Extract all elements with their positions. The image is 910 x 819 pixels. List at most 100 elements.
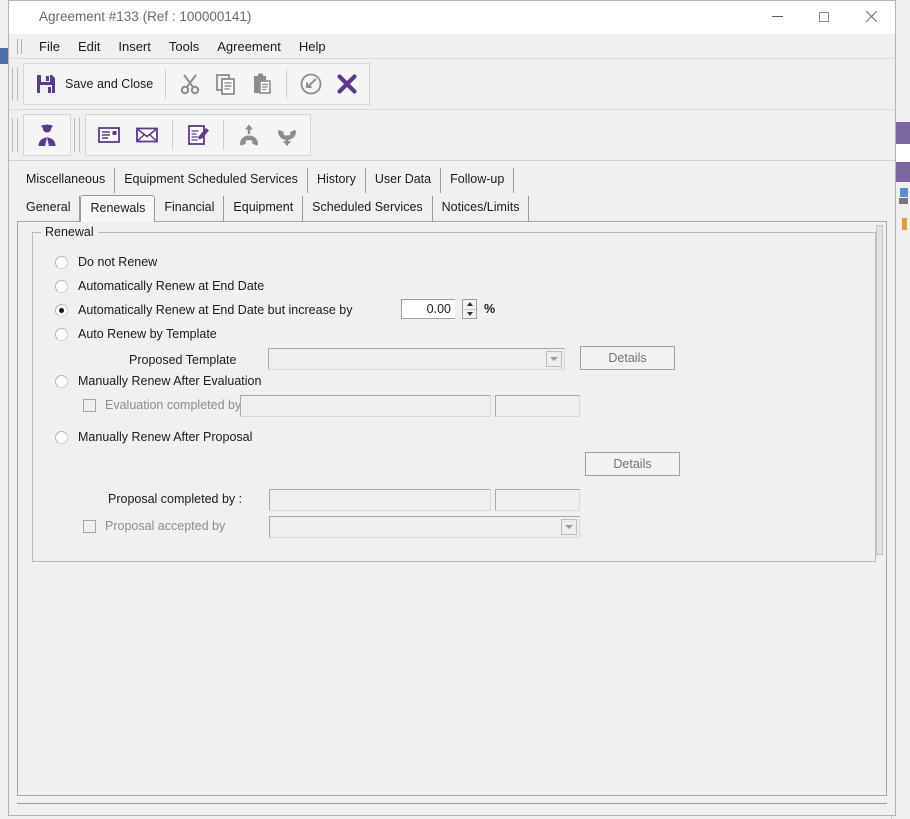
toolbar-grip-actions[interactable] [74,118,80,152]
actions-toolbar-group [85,114,311,156]
tab-notices-limits[interactable]: Notices/Limits [432,196,530,221]
tab-equipment[interactable]: Equipment [224,196,304,221]
menu-item-tools[interactable]: Tools [160,37,208,56]
tab-row-secondary: Miscellaneous Equipment Scheduled Servic… [9,167,895,193]
background-list-icon-1 [900,188,908,197]
tab-miscellaneous[interactable]: Miscellaneous [17,168,116,193]
tab-user-data[interactable]: User Data [365,168,442,193]
phone-outgoing-button[interactable] [230,117,268,153]
increase-percent-down-button[interactable] [463,308,476,318]
undo-button[interactable] [293,66,329,102]
tab-follow-up[interactable]: Follow-up [441,168,515,193]
toolbar-separator-2 [286,69,288,99]
menu-item-edit[interactable]: Edit [69,37,109,56]
note-edit-button[interactable] [179,117,217,153]
radio-auto-renew-end-date-indicator [55,279,68,293]
evaluation-completed-checkbox-row[interactable]: Evaluation completed by [83,398,241,412]
maximize-icon [819,11,829,22]
tab-scheduled-services[interactable]: Scheduled Services [303,196,433,221]
evaluation-date-input[interactable] [495,395,580,417]
contact-person-button[interactable] [28,117,66,153]
radio-manual-renew-proposal[interactable]: Manually Renew After Proposal [55,430,252,444]
close-button[interactable] [847,1,893,32]
save-and-close-button[interactable]: Save and Close [28,66,159,102]
proposal-accepted-dropdown-arrow[interactable] [561,519,577,535]
tab-equipment-scheduled-services[interactable]: Equipment Scheduled Services [115,168,308,193]
increase-percent-spin-buttons[interactable] [462,299,477,319]
proposal-accepted-checkbox[interactable] [83,519,96,533]
increase-percent-input[interactable]: 0.00 [401,299,455,319]
radio-auto-renew-template[interactable]: Auto Renew by Template [55,327,217,341]
radio-do-not-renew[interactable]: Do not Renew [55,255,157,269]
radio-auto-renew-increase[interactable]: Automatically Renew at End Date but incr… [55,303,352,317]
proposed-template-dropdown-arrow[interactable] [546,351,562,367]
radio-manual-renew-evaluation[interactable]: Manually Renew After Evaluation [55,374,261,388]
menu-item-insert[interactable]: Insert [109,37,160,56]
tab-row-primary: General Renewals Financial Equipment Sch… [9,195,895,222]
business-card-icon [96,122,122,148]
business-card-button[interactable] [90,117,128,153]
toolbar-grip-primary[interactable] [12,67,18,101]
proposal-accepted-checkbox-row[interactable]: Proposal accepted by [83,519,225,533]
tab-general[interactable]: General [17,196,81,221]
radio-auto-renew-template-label: Auto Renew by Template [78,327,217,341]
renewal-group-title: Renewal [41,225,98,239]
undo-icon [299,72,323,96]
cut-button[interactable] [172,66,208,102]
toolbar-grip-contact[interactable] [12,118,18,152]
chevron-down-icon [466,311,473,316]
evaluation-completed-by-input[interactable] [240,395,491,417]
cut-scissors-icon [178,72,202,96]
minimize-button[interactable] [754,1,800,32]
tab-renewals[interactable]: Renewals [80,195,156,222]
radio-auto-renew-increase-indicator [55,303,68,317]
proposal-details-button[interactable]: Details [585,452,680,476]
proposed-template-combobox[interactable] [268,348,565,370]
percent-symbol-label: % [484,302,496,316]
template-details-button[interactable]: Details [580,346,675,370]
background-list-icon-3 [902,218,907,230]
radio-manual-renew-evaluation-label: Manually Renew After Evaluation [78,374,262,388]
increase-percent-stepper[interactable]: 0.00 % [401,299,495,319]
evaluation-completed-checkbox[interactable] [83,398,96,412]
proposal-completed-by-input[interactable] [269,489,491,511]
phone-incoming-button[interactable] [268,117,306,153]
maximize-button[interactable] [801,1,847,32]
content-scrollbar-thumb[interactable] [876,225,883,555]
toolbar-separator-1 [165,69,167,99]
tab-history[interactable]: History [307,168,366,193]
proposal-date-input[interactable] [495,489,580,511]
save-icon [34,72,58,96]
copy-button[interactable] [208,66,244,102]
note-edit-icon [185,122,211,148]
radio-do-not-renew-indicator [55,255,68,269]
menu-bar: File Edit Insert Tools Agreement Help [9,34,895,59]
radio-manual-renew-proposal-label: Manually Renew After Proposal [78,430,253,444]
phone-incoming-icon [274,122,300,148]
paste-button[interactable] [244,66,280,102]
increase-percent-up-button[interactable] [463,300,476,309]
menu-item-file[interactable]: File [30,37,69,56]
chevron-down-icon [550,357,558,361]
chevron-up-icon [466,302,473,307]
background-white-band [894,144,910,162]
phone-outgoing-icon [236,122,262,148]
menubar-grip[interactable] [17,38,22,54]
content-scrollbar[interactable] [875,223,885,794]
primary-toolbar: Save and Close [9,59,895,110]
menu-item-agreement[interactable]: Agreement [208,37,290,56]
evaluation-completed-label: Evaluation completed by [105,398,242,412]
radio-manual-renew-proposal-indicator [55,430,68,444]
close-icon [864,10,877,23]
save-and-close-label: Save and Close [65,77,154,91]
menu-item-help[interactable]: Help [290,37,335,56]
title-bar: Agreement #133 (Ref : 100000141) [9,1,895,34]
email-button[interactable] [128,117,166,153]
delete-button[interactable] [329,66,365,102]
envelope-icon [134,122,160,148]
background-purple-band [896,122,910,144]
radio-auto-renew-end-date[interactable]: Automatically Renew at End Date [55,279,264,293]
renewal-group-box: Renewal Do not Renew Automatically Renew… [32,225,876,562]
proposal-accepted-by-combobox[interactable] [269,516,580,538]
tab-financial[interactable]: Financial [155,196,225,221]
